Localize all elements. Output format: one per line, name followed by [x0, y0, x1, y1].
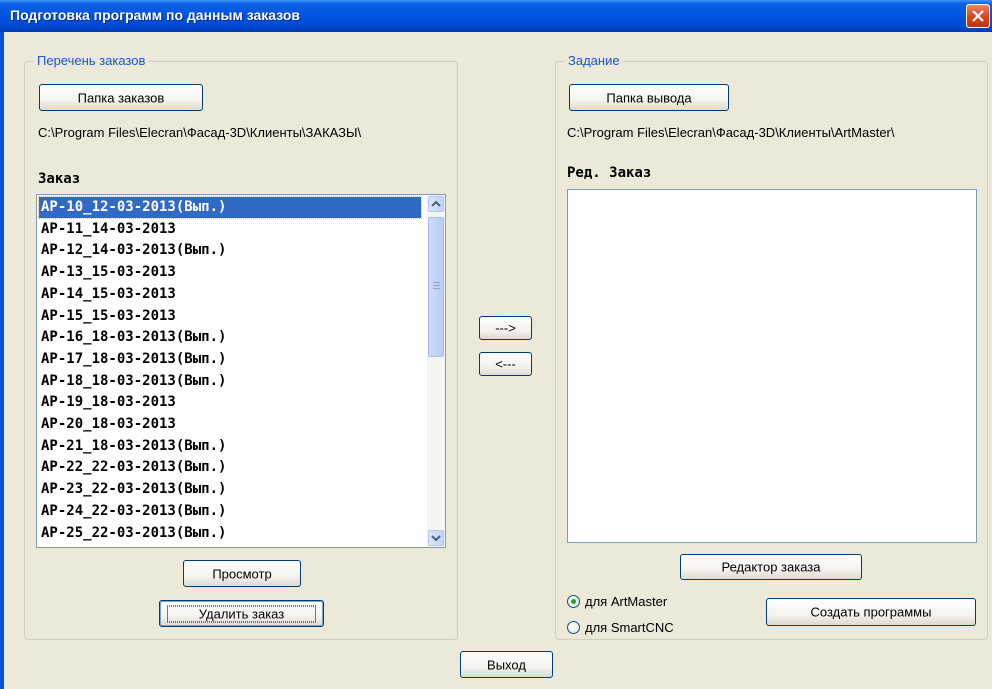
exit-button-label: Выход — [487, 657, 526, 672]
order-list-item[interactable]: AP-13_15-03-2013 — [39, 262, 421, 283]
close-icon — [972, 10, 984, 22]
orders-folder-button-label: Папка заказов — [77, 90, 165, 105]
view-button[interactable]: Просмотр — [183, 560, 301, 587]
orders-scrollbar[interactable] — [427, 195, 445, 547]
scroll-up-button[interactable] — [428, 196, 444, 212]
move-right-button-label: ---> — [495, 320, 516, 336]
move-left-button-label: <--- — [495, 356, 516, 372]
order-list-item[interactable]: AP-24_22-03-2013(Вып.) — [39, 501, 421, 522]
view-button-label: Просмотр — [212, 566, 272, 581]
order-list-item[interactable]: AP-17_18-03-2013(Вып.) — [39, 349, 421, 370]
order-editor-button[interactable]: Редактор заказа — [680, 554, 862, 580]
order-list-item[interactable]: AP-12_14-03-2013(Вып.) — [39, 240, 421, 261]
radio-smartcnc-label: для SmartCNC — [585, 620, 674, 635]
chevron-up-icon — [431, 200, 441, 207]
dialog-window: Подготовка программ по данным заказов Пе… — [0, 0, 992, 689]
orders-folder-button[interactable]: Папка заказов — [39, 84, 203, 111]
move-right-button[interactable]: ---> — [479, 316, 532, 340]
radio-artmaster-indicator[interactable] — [567, 595, 580, 608]
orders-group-legend: Перечень заказов — [34, 53, 149, 68]
output-folder-button[interactable]: Папка вывода — [569, 84, 729, 111]
scroll-down-button[interactable] — [428, 530, 444, 546]
dialog-client-area: Перечень заказов Папка заказов C:\Progra… — [4, 32, 992, 689]
window-title: Подготовка программ по данным заказов — [10, 7, 300, 23]
radio-smartcnc-indicator[interactable] — [567, 621, 580, 634]
order-list-item[interactable]: AP-25_22-03-2013(Вып.) — [39, 523, 421, 544]
order-list-item[interactable]: AP-20_18-03-2013 — [39, 414, 421, 435]
order-list-item[interactable]: AP-10_12-03-2013(Вып.) — [38, 196, 422, 219]
create-programs-button[interactable]: Создать программы — [766, 598, 976, 626]
output-folder-path: C:\Program Files\Elecran\Фасад-3D\Клиент… — [567, 125, 895, 140]
close-button[interactable] — [966, 4, 990, 28]
orders-folder-path: C:\Program Files\Elecran\Фасад-3D\Клиент… — [38, 125, 362, 140]
output-folder-button-label: Папка вывода — [606, 90, 692, 105]
move-left-button[interactable]: <--- — [479, 352, 532, 376]
order-list-item[interactable]: AP-11_14-03-2013 — [39, 219, 421, 240]
delete-order-button[interactable]: Удалить заказ — [159, 600, 324, 627]
create-programs-button-label: Создать программы — [810, 604, 932, 620]
order-list-item[interactable]: AP-22_22-03-2013(Вып.) — [39, 457, 421, 478]
order-list-item[interactable]: AP-14_15-03-2013 — [39, 284, 421, 305]
order-list-item[interactable]: AP-18_18-03-2013(Вып.) — [39, 371, 421, 392]
title-bar[interactable]: Подготовка программ по данным заказов — [0, 0, 992, 32]
task-group-legend: Задание — [565, 53, 623, 68]
orders-list-header: Заказ — [38, 171, 81, 187]
radio-artmaster-label: для ArtMaster — [585, 594, 668, 609]
delete-order-button-label: Удалить заказ — [167, 605, 316, 622]
scroll-thumb[interactable] — [428, 217, 444, 357]
order-list-item[interactable]: AP-23_22-03-2013(Вып.) — [39, 479, 421, 500]
chevron-down-icon — [431, 535, 441, 542]
order-list-item[interactable]: AP-19_18-03-2013 — [39, 392, 421, 413]
orders-listbox[interactable]: AP-10_12-03-2013(Вып.) AP-11_14-03-2013 AP… — [36, 194, 446, 548]
order-list-item[interactable]: AP-16_18-03-2013(Вып.) — [39, 327, 421, 348]
exit-button[interactable]: Выход — [460, 651, 553, 678]
order-editor-button-label: Редактор заказа — [721, 559, 821, 575]
order-list-item[interactable]: AP-21_18-03-2013(Вып.) — [39, 436, 421, 457]
task-listbox[interactable] — [567, 189, 977, 543]
order-list-item[interactable]: AP-15_15-03-2013 — [39, 306, 421, 327]
task-list-header: Ред. Заказ — [567, 165, 652, 181]
